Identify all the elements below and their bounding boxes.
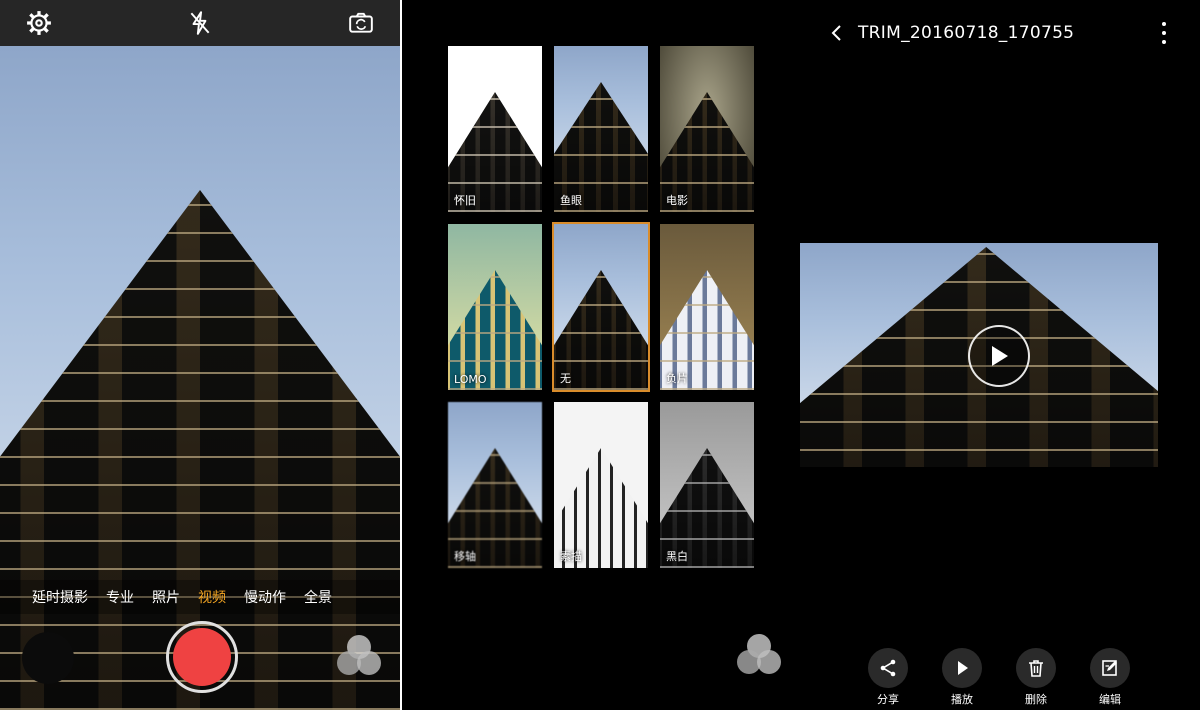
- filter-tile-cinema[interactable]: 电影: [660, 46, 754, 212]
- filter-grid: 怀旧 鱼眼 电影 LOMO 无 负片 移轴 素描 黑白: [448, 46, 754, 568]
- filter-label: 素描: [560, 550, 582, 563]
- video-preview[interactable]: [800, 243, 1158, 467]
- mode-timelapse[interactable]: 延时摄影: [32, 587, 88, 607]
- mode-photo[interactable]: 照片: [152, 587, 180, 607]
- delete-label: 删除: [1025, 693, 1047, 706]
- camera-mode-bar: 延时摄影 专业 照片 视频 慢动作 全景: [0, 580, 400, 614]
- filter-tile-none[interactable]: 无: [552, 222, 650, 392]
- delete-button[interactable]: 删除: [1016, 648, 1056, 707]
- share-button[interactable]: 分享: [868, 648, 908, 707]
- filter-tile-sketch[interactable]: 素描: [554, 402, 648, 568]
- filter-label: 黑白: [666, 550, 688, 563]
- gallery-thumbnail[interactable]: [22, 632, 74, 684]
- mode-slow-motion[interactable]: 慢动作: [244, 587, 286, 607]
- play-button[interactable]: 播放: [942, 648, 982, 707]
- filter-tile-nostalgia[interactable]: 怀旧: [448, 46, 542, 212]
- filter-label: 鱼眼: [560, 194, 582, 207]
- filter-panel: 怀旧 鱼眼 电影 LOMO 无 负片 移轴 素描 黑白: [402, 0, 800, 710]
- record-button[interactable]: [166, 621, 238, 693]
- camera-panel: 延时摄影 专业 照片 视频 慢动作 全景: [0, 0, 400, 710]
- edit-button[interactable]: 编辑: [1090, 648, 1130, 707]
- camera-top-bar: [0, 0, 400, 46]
- filter-label: 无: [560, 372, 571, 385]
- gallery-panel: TRIM_20160718_170755 分享 播放 删除 编辑: [800, 0, 1200, 710]
- filter-tile-black-white[interactable]: 黑白: [660, 402, 754, 568]
- filter-label: 电影: [666, 194, 688, 207]
- edit-label: 编辑: [1099, 693, 1121, 706]
- filter-label: 移轴: [454, 550, 476, 563]
- play-icon[interactable]: [968, 325, 1030, 387]
- mode-panorama[interactable]: 全景: [304, 587, 332, 607]
- gallery-header: TRIM_20160718_170755: [800, 0, 1200, 66]
- filter-tile-fisheye[interactable]: 鱼眼: [554, 46, 648, 212]
- share-label: 分享: [877, 693, 899, 706]
- filter-icon[interactable]: [337, 635, 381, 679]
- filter-tile-lomo[interactable]: LOMO: [448, 224, 542, 390]
- filter-tile-tilt-shift[interactable]: 移轴: [448, 402, 542, 568]
- filter-tile-negative[interactable]: 负片: [660, 224, 754, 390]
- filter-label: 负片: [666, 372, 688, 385]
- gear-icon[interactable]: [24, 8, 54, 38]
- play-label: 播放: [951, 693, 973, 706]
- filter-label: 怀旧: [454, 194, 476, 207]
- more-options-icon[interactable]: [1158, 22, 1170, 44]
- gallery-action-bar: 分享 播放 删除 编辑: [868, 648, 1130, 707]
- video-title: TRIM_20160718_170755: [858, 23, 1075, 43]
- filter-label: LOMO: [454, 373, 487, 386]
- back-icon[interactable]: [822, 18, 852, 48]
- record-icon: [173, 628, 231, 686]
- mode-video[interactable]: 视频: [198, 587, 226, 607]
- mode-pro[interactable]: 专业: [106, 587, 134, 607]
- trash-icon: [1029, 660, 1043, 677]
- edit-icon: [1102, 660, 1117, 676]
- camera-switch-icon[interactable]: [346, 8, 376, 38]
- play-icon: [958, 661, 968, 675]
- flash-off-icon[interactable]: [185, 8, 215, 38]
- share-icon: [880, 659, 896, 677]
- filter-icon[interactable]: [737, 634, 781, 678]
